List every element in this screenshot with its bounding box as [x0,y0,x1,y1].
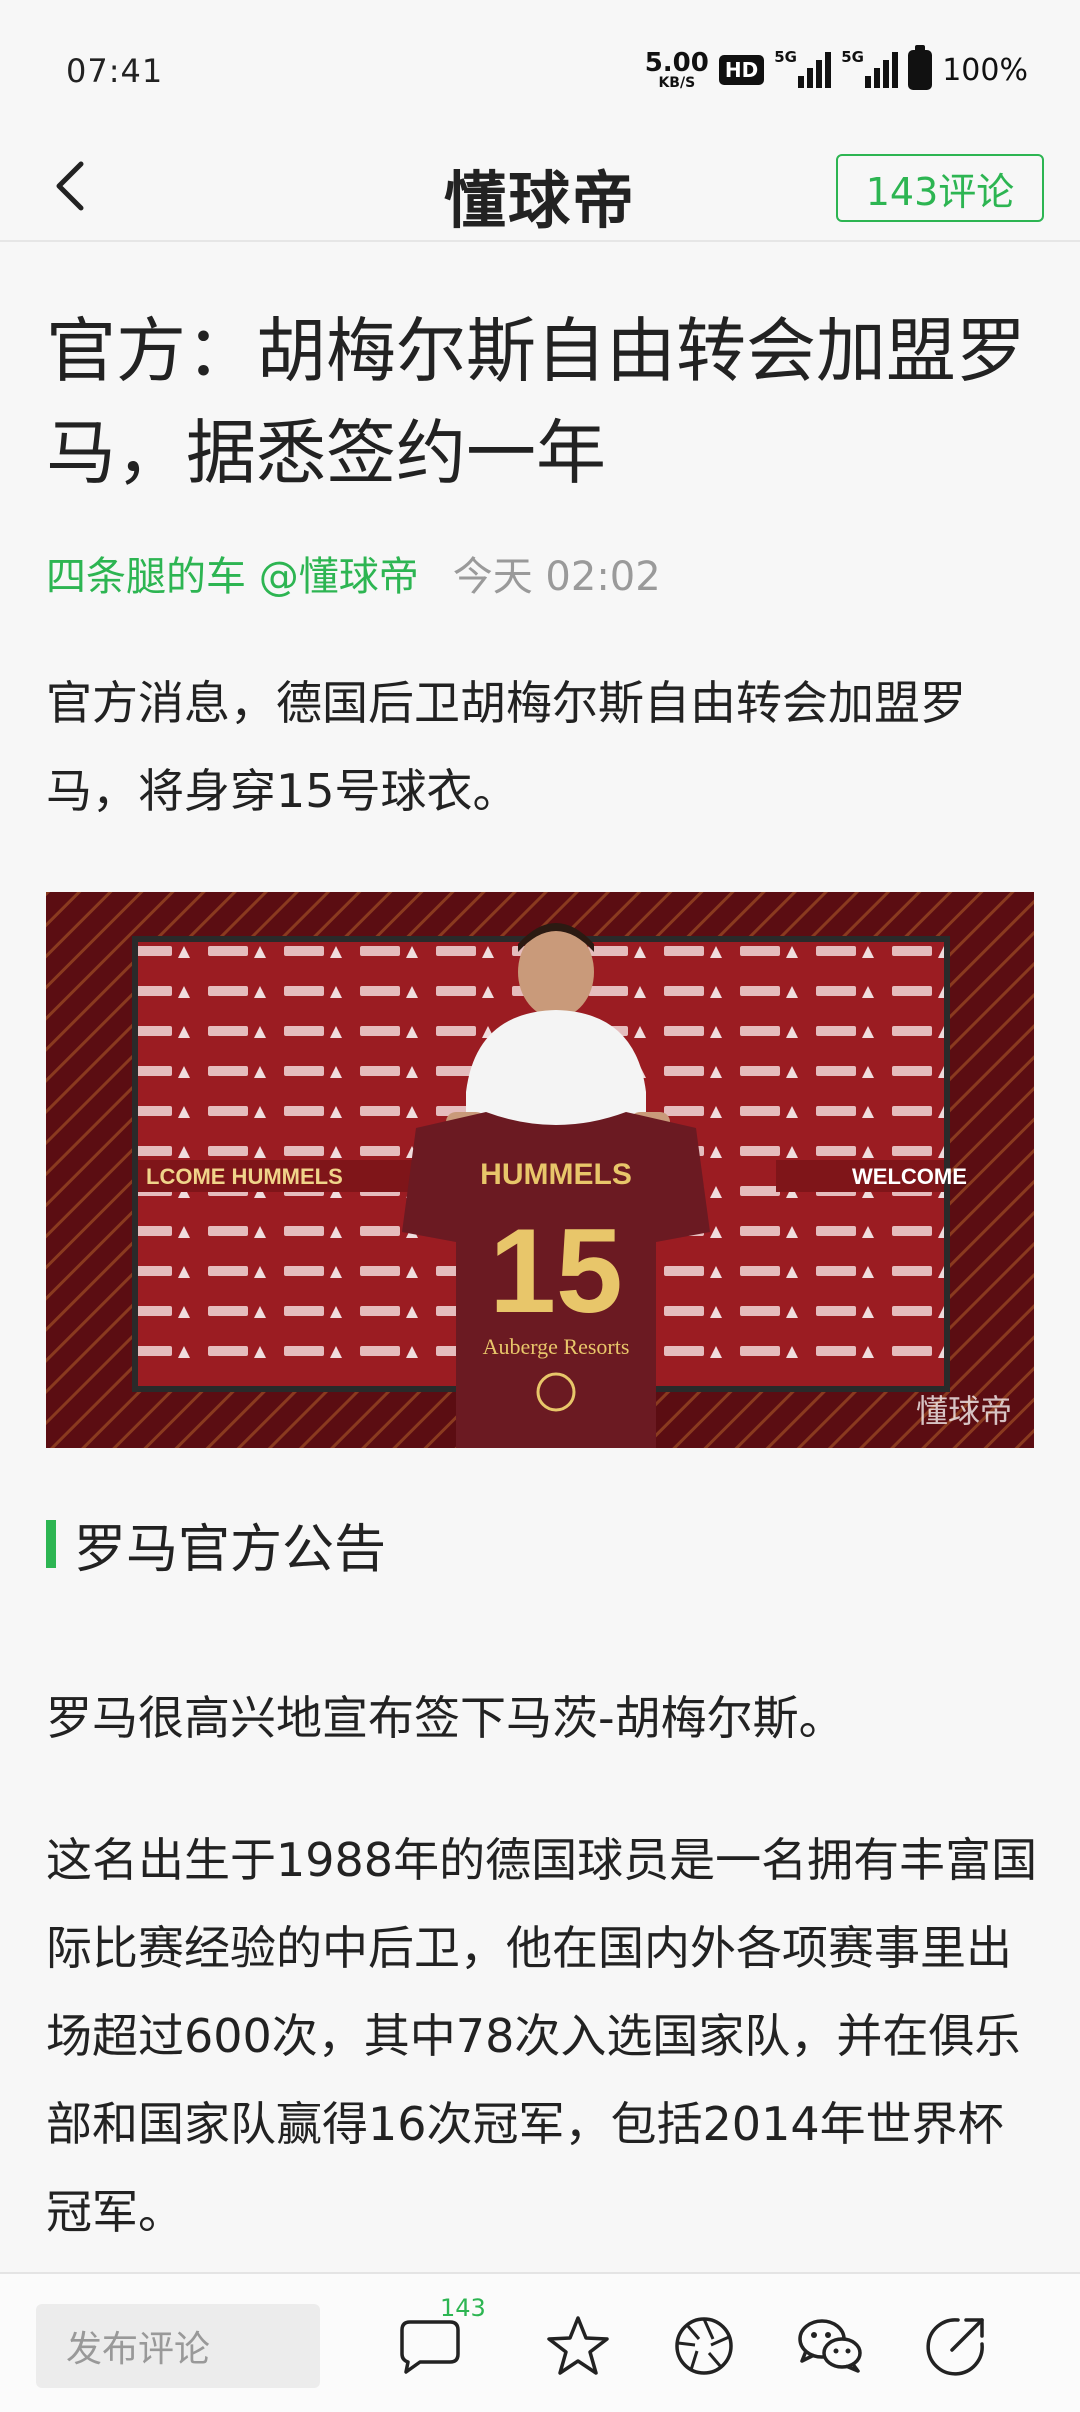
favorite-button[interactable] [540,2308,616,2384]
article-title: 官方：胡梅尔斯自由转会加盟罗马，据悉签约一年 [46,310,1026,494]
section-heading-text: 罗马官方公告 [74,1519,387,1580]
bottom-toolbar: 发布评论 143 [0,2272,1080,2412]
signal-tag: 5G [841,48,864,66]
hd-icon: HD [718,55,765,85]
photo-illustration: LCOME HUMMELS WELCOME HUMMELS 15 Auberge… [46,892,1034,1448]
jersey-name: HUMMELS [480,1158,632,1191]
comment-count-badge: 143 [440,2294,486,2322]
article-intro: 官方消息，德国后卫胡梅尔斯自由转会加盟罗马，将身穿15号球衣。 [46,676,966,818]
comment-icon [400,2320,460,2374]
network-speed-unit: KB/S [658,75,696,91]
section-accent-bar [46,1520,56,1568]
publish-time: 今天 02:02 [452,554,661,600]
jersey-number: 15 [489,1204,622,1338]
article-paragraph: 这名出生于1988年的德国球员是一名拥有丰富国际比赛经验的中后卫，他在国内外各项… [46,1833,1038,2239]
share-moments-button[interactable] [666,2308,742,2384]
share-button[interactable] [918,2308,994,2384]
share-icon [926,2318,984,2376]
comment-button[interactable]: 143 [392,2294,486,2384]
welcome-right-text: WELCOME [852,1164,967,1189]
author-link[interactable]: 四条腿的车 @懂球帝 [46,544,419,602]
article-photo[interactable]: LCOME HUMMELS WELCOME HUMMELS 15 Auberge… [46,892,1034,1448]
article-meta: 四条腿的车 @懂球帝 今天 02:02 [46,544,661,602]
signal-icon: 5G [841,48,899,88]
status-indicators: 5.00 KB/S HD 5G 5G 100% [645,45,1028,92]
star-icon [547,2316,609,2375]
network-speed: 5.00 KB/S [645,50,709,90]
welcome-left-text: LCOME HUMMELS [146,1164,343,1189]
network-speed-value: 5.00 [644,48,709,78]
comment-input[interactable]: 发布评论 [36,2304,320,2388]
signal-icon: 5G [774,48,832,88]
battery-icon [908,45,933,90]
top-nav-bar: 懂球帝 143评论 [0,130,1080,242]
status-time: 07:41 [66,52,164,90]
signal-tag: 5G [774,48,797,66]
comments-button[interactable]: 143评论 [836,154,1044,222]
battery-percent: 100% [942,52,1028,88]
wechat-icon [798,2319,862,2373]
status-bar: 07:41 5.00 KB/S HD 5G 5G 100% [0,0,1080,130]
share-wechat-button[interactable] [792,2308,868,2384]
jersey-sponsor: Auberge Resorts [483,1334,630,1359]
image-watermark: 懂球帝 [916,1392,1012,1430]
section-heading: 罗马官方公告 [46,1514,386,1580]
article-paragraph: 罗马很高兴地宣布签下马茨-胡梅尔斯。 [46,1691,845,1745]
aperture-icon [675,2317,733,2375]
